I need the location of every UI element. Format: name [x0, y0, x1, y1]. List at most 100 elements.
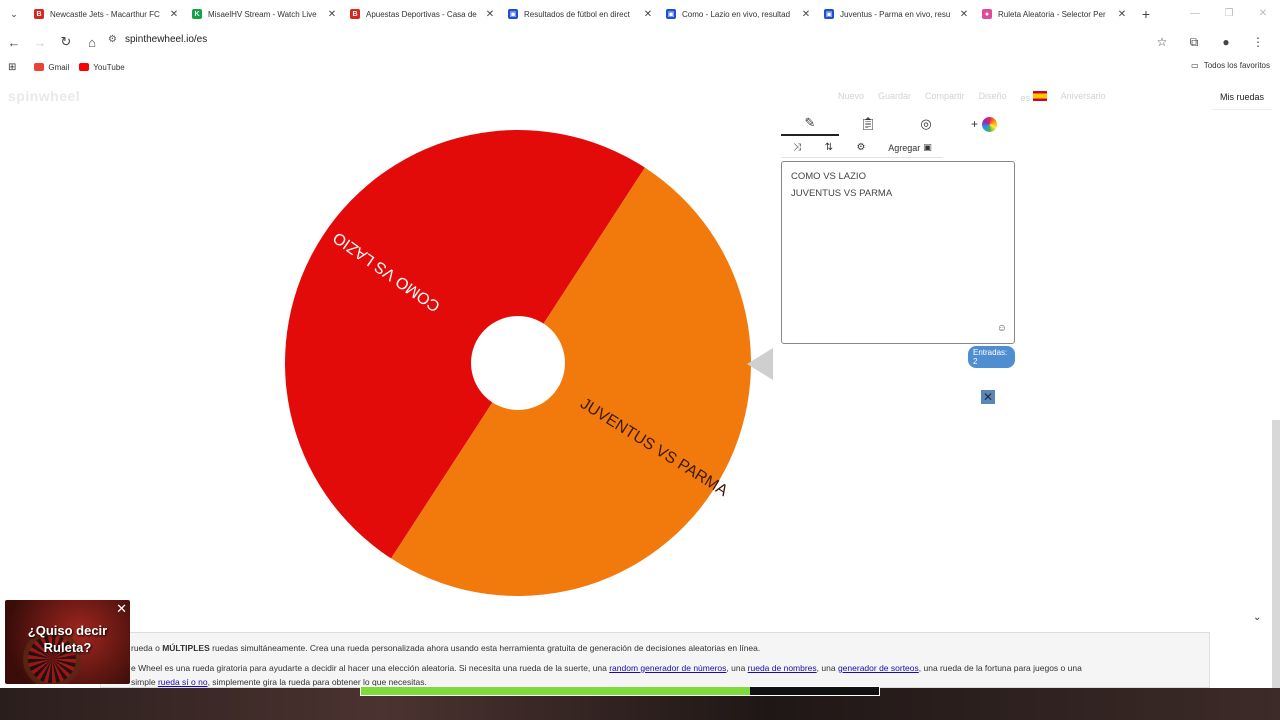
tab-title: Como - Lazio en vivo, resultad — [682, 9, 791, 19]
image-icon: ▣ — [923, 142, 932, 152]
home-icon[interactable]: ⌂ — [80, 30, 104, 54]
site-nav: Nuevo Guardar Compartir Diseño es Aniver… — [838, 91, 1106, 103]
close-tab-icon[interactable]: ✕ — [800, 9, 812, 20]
tab-title: Resultados de fútbol en direct — [524, 9, 630, 19]
emoji-icon[interactable]: ☺ — [997, 320, 1007, 337]
site-header: spinwheel Nuevo Guardar Compartir Diseño… — [0, 84, 1280, 110]
close-tab-icon[interactable]: ✕ — [958, 9, 970, 20]
color-wheel-icon[interactable]: + — [955, 112, 1013, 136]
bookmark-star-icon[interactable]: ☆ — [1148, 30, 1176, 54]
sort-icon[interactable]: ⇅ — [813, 138, 845, 158]
nav-share[interactable]: Compartir — [925, 91, 965, 103]
roulette-ad[interactable]: ¿Quiso decir Ruleta? ✕ — [5, 600, 130, 684]
progress-fill — [361, 687, 750, 695]
chevron-down-icon[interactable]: ⌄ — [1253, 612, 1261, 623]
browser-tab[interactable]: ● Ruleta Aleatoria - Selector Per ✕ — [976, 0, 1134, 28]
all-bookmarks[interactable]: ▭ Todos los favoritos — [1191, 61, 1270, 70]
close-tab-icon[interactable]: ✕ — [642, 9, 654, 20]
wheel-pointer — [747, 348, 773, 380]
editor-tabs: ✎ 📋︎ ◎ + — [781, 112, 1015, 136]
tab-list: B Newcastle Jets - Macarthur FC ✕ K MisaelHV… — [28, 0, 1134, 28]
entries-textarea[interactable]: COMO VS LAZIO JUVENTUS VS PARMA ☺ — [781, 161, 1015, 344]
add-image-button[interactable]: Agregar ▣ — [877, 138, 943, 158]
address-bar[interactable]: ⚙ spinthewheel.io/es — [108, 34, 207, 45]
close-tab-icon[interactable]: ✕ — [484, 9, 496, 20]
text: , una rueda de la fortuna para juegos o … — [918, 663, 1082, 673]
gmail-icon — [34, 63, 45, 71]
nav-anniversary[interactable]: Aniversario — [1061, 91, 1106, 103]
site-settings-icon[interactable]: ⚙ — [108, 34, 117, 45]
bookmark-youtube[interactable]: YouTube — [79, 62, 125, 72]
folder-icon: ▭ — [1191, 61, 1199, 70]
tab-search-button[interactable]: ⌄ — [0, 0, 28, 28]
text: simple — [131, 677, 158, 687]
site-logo[interactable]: spinwheel — [8, 88, 80, 104]
browser-tab[interactable]: ▣ Como - Lazio en vivo, resultad ✕ — [660, 0, 818, 28]
toolbar-actions: ☆ ⧉ ● ⋮ — [1148, 30, 1272, 54]
favicon-icon: ● — [982, 9, 992, 19]
link-yes-no-wheel[interactable]: rueda sí o no — [158, 677, 208, 687]
text: e Wheel es una rueda giratoria para ayud… — [131, 663, 610, 673]
minimize-icon[interactable]: — — [1178, 0, 1212, 28]
extensions-icon[interactable]: ⧉ — [1180, 30, 1208, 54]
my-wheels-button[interactable]: Mis ruedas — [1212, 84, 1272, 110]
window-controls: — ❐ ✕ — [1178, 0, 1280, 28]
nav-language[interactable]: es — [1021, 91, 1047, 103]
info-paragraph-1: rueda o MÚLTIPLES ruedas simultáneamente… — [131, 643, 1179, 653]
add-image-label: Agregar — [888, 142, 921, 153]
browser-tab-strip: ⌄ B Newcastle Jets - Macarthur FC ✕ K Misael… — [0, 0, 1280, 28]
browser-tab[interactable]: B Newcastle Jets - Macarthur FC ✕ — [28, 0, 186, 28]
forward-icon[interactable]: → — [28, 30, 52, 54]
favicon-icon: ▣ — [824, 9, 834, 19]
text: , una — [816, 663, 838, 673]
back-icon[interactable]: ← — [2, 30, 26, 54]
shuffle-icon[interactable]: ⤨ — [781, 138, 813, 158]
video-progress-bar[interactable] — [360, 686, 880, 696]
browser-tab[interactable]: B Apuestas Deportivas - Casa de ✕ — [344, 0, 502, 28]
favicon-icon: B — [350, 9, 360, 19]
nav-design[interactable]: Diseño — [979, 91, 1007, 103]
clipboard-icon[interactable]: 📋︎ — [839, 112, 897, 136]
settings-icon[interactable]: ⚙ — [845, 138, 877, 158]
nav-save[interactable]: Guardar — [878, 91, 911, 103]
close-tab-icon[interactable]: ✕ — [168, 9, 180, 20]
link-number-generator[interactable]: random generador de números — [609, 663, 726, 673]
close-tab-icon[interactable]: ✕ — [1116, 9, 1128, 20]
close-window-icon[interactable]: ✕ — [1246, 0, 1280, 28]
spin-wheel[interactable]: COMO VS LAZIOJUVENTUS VS PARMA — [284, 129, 752, 597]
entries-editor: ✎ 📋︎ ◎ + ⤨ ⇅ ⚙ Agregar ▣ COMO VS LAZIO J… — [781, 112, 1015, 368]
close-icon[interactable]: ✕ — [981, 390, 995, 404]
browser-menu-icon[interactable]: ⋮ — [1244, 30, 1272, 54]
entries-count-badge: Entradas: 2 — [968, 346, 1015, 368]
tab-title: Newcastle Jets - Macarthur FC — [50, 9, 160, 19]
spain-flag-icon — [1032, 91, 1047, 101]
new-tab-button[interactable]: + — [1134, 6, 1158, 22]
text: rueda o — [131, 643, 163, 653]
wheel-hub[interactable] — [471, 316, 565, 410]
apps-grid-icon[interactable]: ⊞ — [8, 62, 16, 73]
maximize-icon[interactable]: ❐ — [1212, 0, 1246, 28]
language-code: es — [1020, 93, 1031, 103]
eye-off-icon[interactable]: ◎ — [897, 112, 955, 136]
tab-title: Apuestas Deportivas - Casa de — [366, 9, 477, 19]
text-bold: MÚLTIPLES — [162, 643, 210, 653]
nav-new[interactable]: Nuevo — [838, 91, 864, 103]
text: ruedas simultáneamente. Crea una rueda p… — [209, 643, 761, 653]
scrollbar[interactable] — [1272, 420, 1280, 720]
bookmark-label: YouTube — [93, 62, 125, 72]
entry-line: JUVENTUS VS PARMA — [791, 188, 893, 199]
ad-close-icon[interactable]: ✕ — [116, 601, 127, 617]
browser-tab[interactable]: ▣ Resultados de fútbol en direct ✕ — [502, 0, 660, 28]
link-raffle-generator[interactable]: generador de sorteos — [838, 663, 919, 673]
browser-tab[interactable]: K MisaelHV Stream - Watch Live ✕ — [186, 0, 344, 28]
profile-avatar-icon[interactable]: ● — [1212, 30, 1240, 54]
browser-tab[interactable]: ▣ Juventus - Parma en vivo, resu ✕ — [818, 0, 976, 28]
reload-icon[interactable]: ↻ — [54, 30, 78, 54]
bookmark-gmail[interactable]: Gmail — [34, 63, 69, 72]
favicon-icon: K — [192, 9, 202, 19]
browser-toolbar: ← → ↻ ⌂ ⚙ spinthewheel.io/es ☆ ⧉ ● ⋮ — [0, 28, 1280, 56]
pencil-icon[interactable]: ✎ — [781, 112, 839, 136]
close-tab-icon[interactable]: ✕ — [326, 9, 338, 20]
editor-tools: ⤨ ⇅ ⚙ Agregar ▣ — [781, 137, 1015, 159]
link-name-wheel[interactable]: rueda de nombres — [748, 663, 817, 673]
